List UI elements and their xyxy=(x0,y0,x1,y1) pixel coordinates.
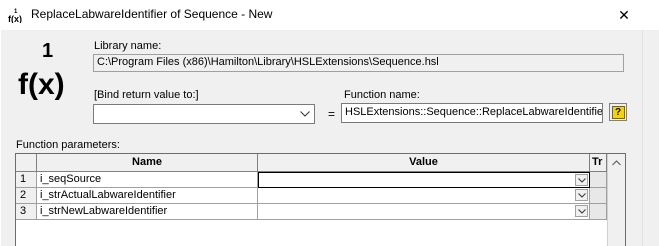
row-index: 3 xyxy=(16,204,37,220)
header-name[interactable]: Name xyxy=(37,154,258,172)
chevron-down-icon[interactable] xyxy=(575,205,588,217)
param-name[interactable]: i_strActualLabwareIdentifier xyxy=(37,188,258,204)
equals-sign: = xyxy=(328,107,336,121)
function-name-field[interactable]: HSLExtensions::Sequence::ReplaceLabwareI… xyxy=(341,103,603,123)
window-title: ReplaceLabwareIdentifier of Sequence - N… xyxy=(31,7,273,21)
close-icon: ✕ xyxy=(618,6,630,23)
library-name-label: Library name: xyxy=(94,40,162,52)
return-value-combo[interactable] xyxy=(93,104,315,124)
fx-icon: 1 f(x) xyxy=(8,9,22,23)
svg-text:f(x): f(x) xyxy=(8,14,22,23)
grid-scrollbar[interactable] xyxy=(607,154,625,246)
library-name-value: C:\Program Files (x86)\Hamilton\Library\… xyxy=(97,56,439,68)
window-scrollbar[interactable] xyxy=(642,30,659,246)
return-value-label: [Bind return value to:] xyxy=(94,89,199,101)
function-name-value: HSLExtensions::Sequence::ReplaceLabwareI… xyxy=(345,106,603,118)
table-row[interactable]: 3 i_strNewLabwareIdentifier xyxy=(16,204,625,220)
function-parameters-label: Function parameters: xyxy=(16,139,120,151)
param-name[interactable]: i_strNewLabwareIdentifier xyxy=(37,204,258,220)
svg-text:f(x): f(x) xyxy=(18,68,65,100)
header-index xyxy=(16,154,37,172)
svg-text:1: 1 xyxy=(42,40,53,62)
header-value[interactable]: Value xyxy=(258,154,590,172)
header-tr[interactable]: Tr xyxy=(590,154,607,172)
param-tr[interactable] xyxy=(590,204,607,220)
param-value[interactable] xyxy=(258,188,590,204)
row-index: 2 xyxy=(16,188,37,204)
library-name-field: C:\Program Files (x86)\Hamilton\Library\… xyxy=(93,54,624,72)
chevron-down-icon[interactable] xyxy=(298,107,312,121)
param-tr[interactable] xyxy=(590,172,607,188)
chevron-down-icon[interactable] xyxy=(575,174,588,186)
title-bar: 1 f(x) ReplaceLabwareIdentifier of Seque… xyxy=(0,0,659,30)
param-tr[interactable] xyxy=(590,188,607,204)
param-name[interactable]: i_seqSource xyxy=(37,172,258,188)
table-row[interactable]: 2 i_strActualLabwareIdentifier xyxy=(16,188,625,204)
param-value[interactable] xyxy=(258,204,590,220)
help-button[interactable]: ? xyxy=(609,103,627,121)
function-name-label: Function name: xyxy=(344,89,420,101)
row-index: 1 xyxy=(16,172,37,188)
help-icon: ? xyxy=(611,105,625,119)
param-value[interactable] xyxy=(258,172,590,188)
table-row[interactable]: 1 i_seqSource xyxy=(16,172,625,188)
fx-logo: 1 f(x) xyxy=(18,40,65,100)
chevron-up-icon[interactable] xyxy=(608,154,625,171)
close-button[interactable]: ✕ xyxy=(605,0,643,30)
chevron-down-icon[interactable] xyxy=(575,189,588,201)
parameters-grid: Name Value Tr 1 i_seqSource 2 i_strActua… xyxy=(15,153,626,246)
